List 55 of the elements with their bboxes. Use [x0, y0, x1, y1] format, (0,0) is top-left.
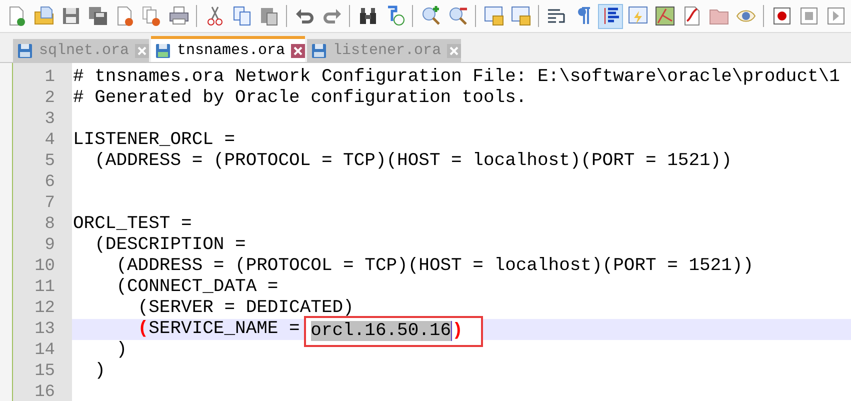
copy-icon: [230, 5, 252, 27]
zoom-in-icon: [420, 5, 442, 27]
line-number: 3: [44, 109, 56, 130]
tab-label: listener.ora: [333, 42, 442, 59]
brace-highlight: ): [452, 321, 463, 341]
tab-label: sqlnet.ora: [39, 42, 130, 59]
save-all-icon: [86, 5, 108, 27]
code-text: ORCL_TEST =: [73, 214, 192, 234]
file-tab[interactable]: sqlnet.ora: [13, 39, 150, 62]
close-all-icon: [140, 5, 162, 27]
line-number: 13: [34, 319, 56, 340]
stop-icon: [798, 5, 820, 27]
window-lock-icon: [510, 5, 532, 27]
folder-icon: [32, 5, 54, 27]
code-text: (DESCRIPTION =: [94, 235, 246, 255]
line-number: 15: [34, 361, 56, 382]
indent-guide-button[interactable]: [598, 4, 623, 28]
code-text: ): [115, 340, 128, 360]
line-number: 5: [44, 151, 56, 172]
window-lock-icon: [482, 5, 504, 27]
file-tab[interactable]: tnsnames.ora: [151, 36, 306, 62]
line-number: 11: [34, 277, 56, 298]
line-number: 10: [34, 256, 56, 277]
file-tab[interactable]: listener.ora: [307, 39, 462, 62]
save-icon: [155, 42, 172, 58]
code-text: LISTENER_ORCL =: [73, 130, 236, 150]
line-number: 8: [44, 214, 56, 235]
line-number: 4: [44, 130, 56, 151]
tab-label: tnsnames.ora: [177, 42, 286, 59]
line-number: 9: [44, 235, 56, 256]
line-number: 14: [34, 340, 56, 361]
play-icon: [824, 5, 846, 27]
code-text: (SERVER = DEDICATED): [136, 298, 354, 318]
line-number: 7: [44, 193, 56, 214]
code-text: # tnsnames.ora Network Configuration File: E:\software\oracle\product\1: [73, 67, 840, 87]
zoom-out-icon: [446, 5, 468, 27]
code-text: SERVICE_NAME =: [148, 319, 301, 339]
selected-text: orcl.16.50.16: [310, 321, 452, 341]
code-text: ): [94, 361, 106, 381]
save-icon: [17, 42, 33, 58]
line-number: 16: [34, 382, 56, 401]
line-number: 6: [44, 172, 56, 193]
line-number: 12: [34, 298, 56, 319]
line-number: 1: [44, 67, 56, 88]
close-icon[interactable]: [291, 44, 306, 58]
code-text: (CONNECT_DATA =: [115, 277, 278, 297]
code-text: # Generated by Oracle configuration tools.: [73, 88, 527, 108]
print-icon: [168, 5, 190, 27]
record-icon: [770, 5, 792, 27]
brace-highlight: (: [138, 319, 149, 339]
code-text: (ADDRESS = (PROTOCOL = TCP)(HOST = localhost)(PORT = 1521)): [115, 256, 754, 276]
save-icon: [311, 42, 328, 58]
code-text: (ADDRESS = (PROTOCOL = TCP)(HOST = localhost)(PORT = 1521)): [94, 151, 732, 171]
map-icon: [654, 5, 676, 27]
line-number: 2: [44, 88, 56, 109]
